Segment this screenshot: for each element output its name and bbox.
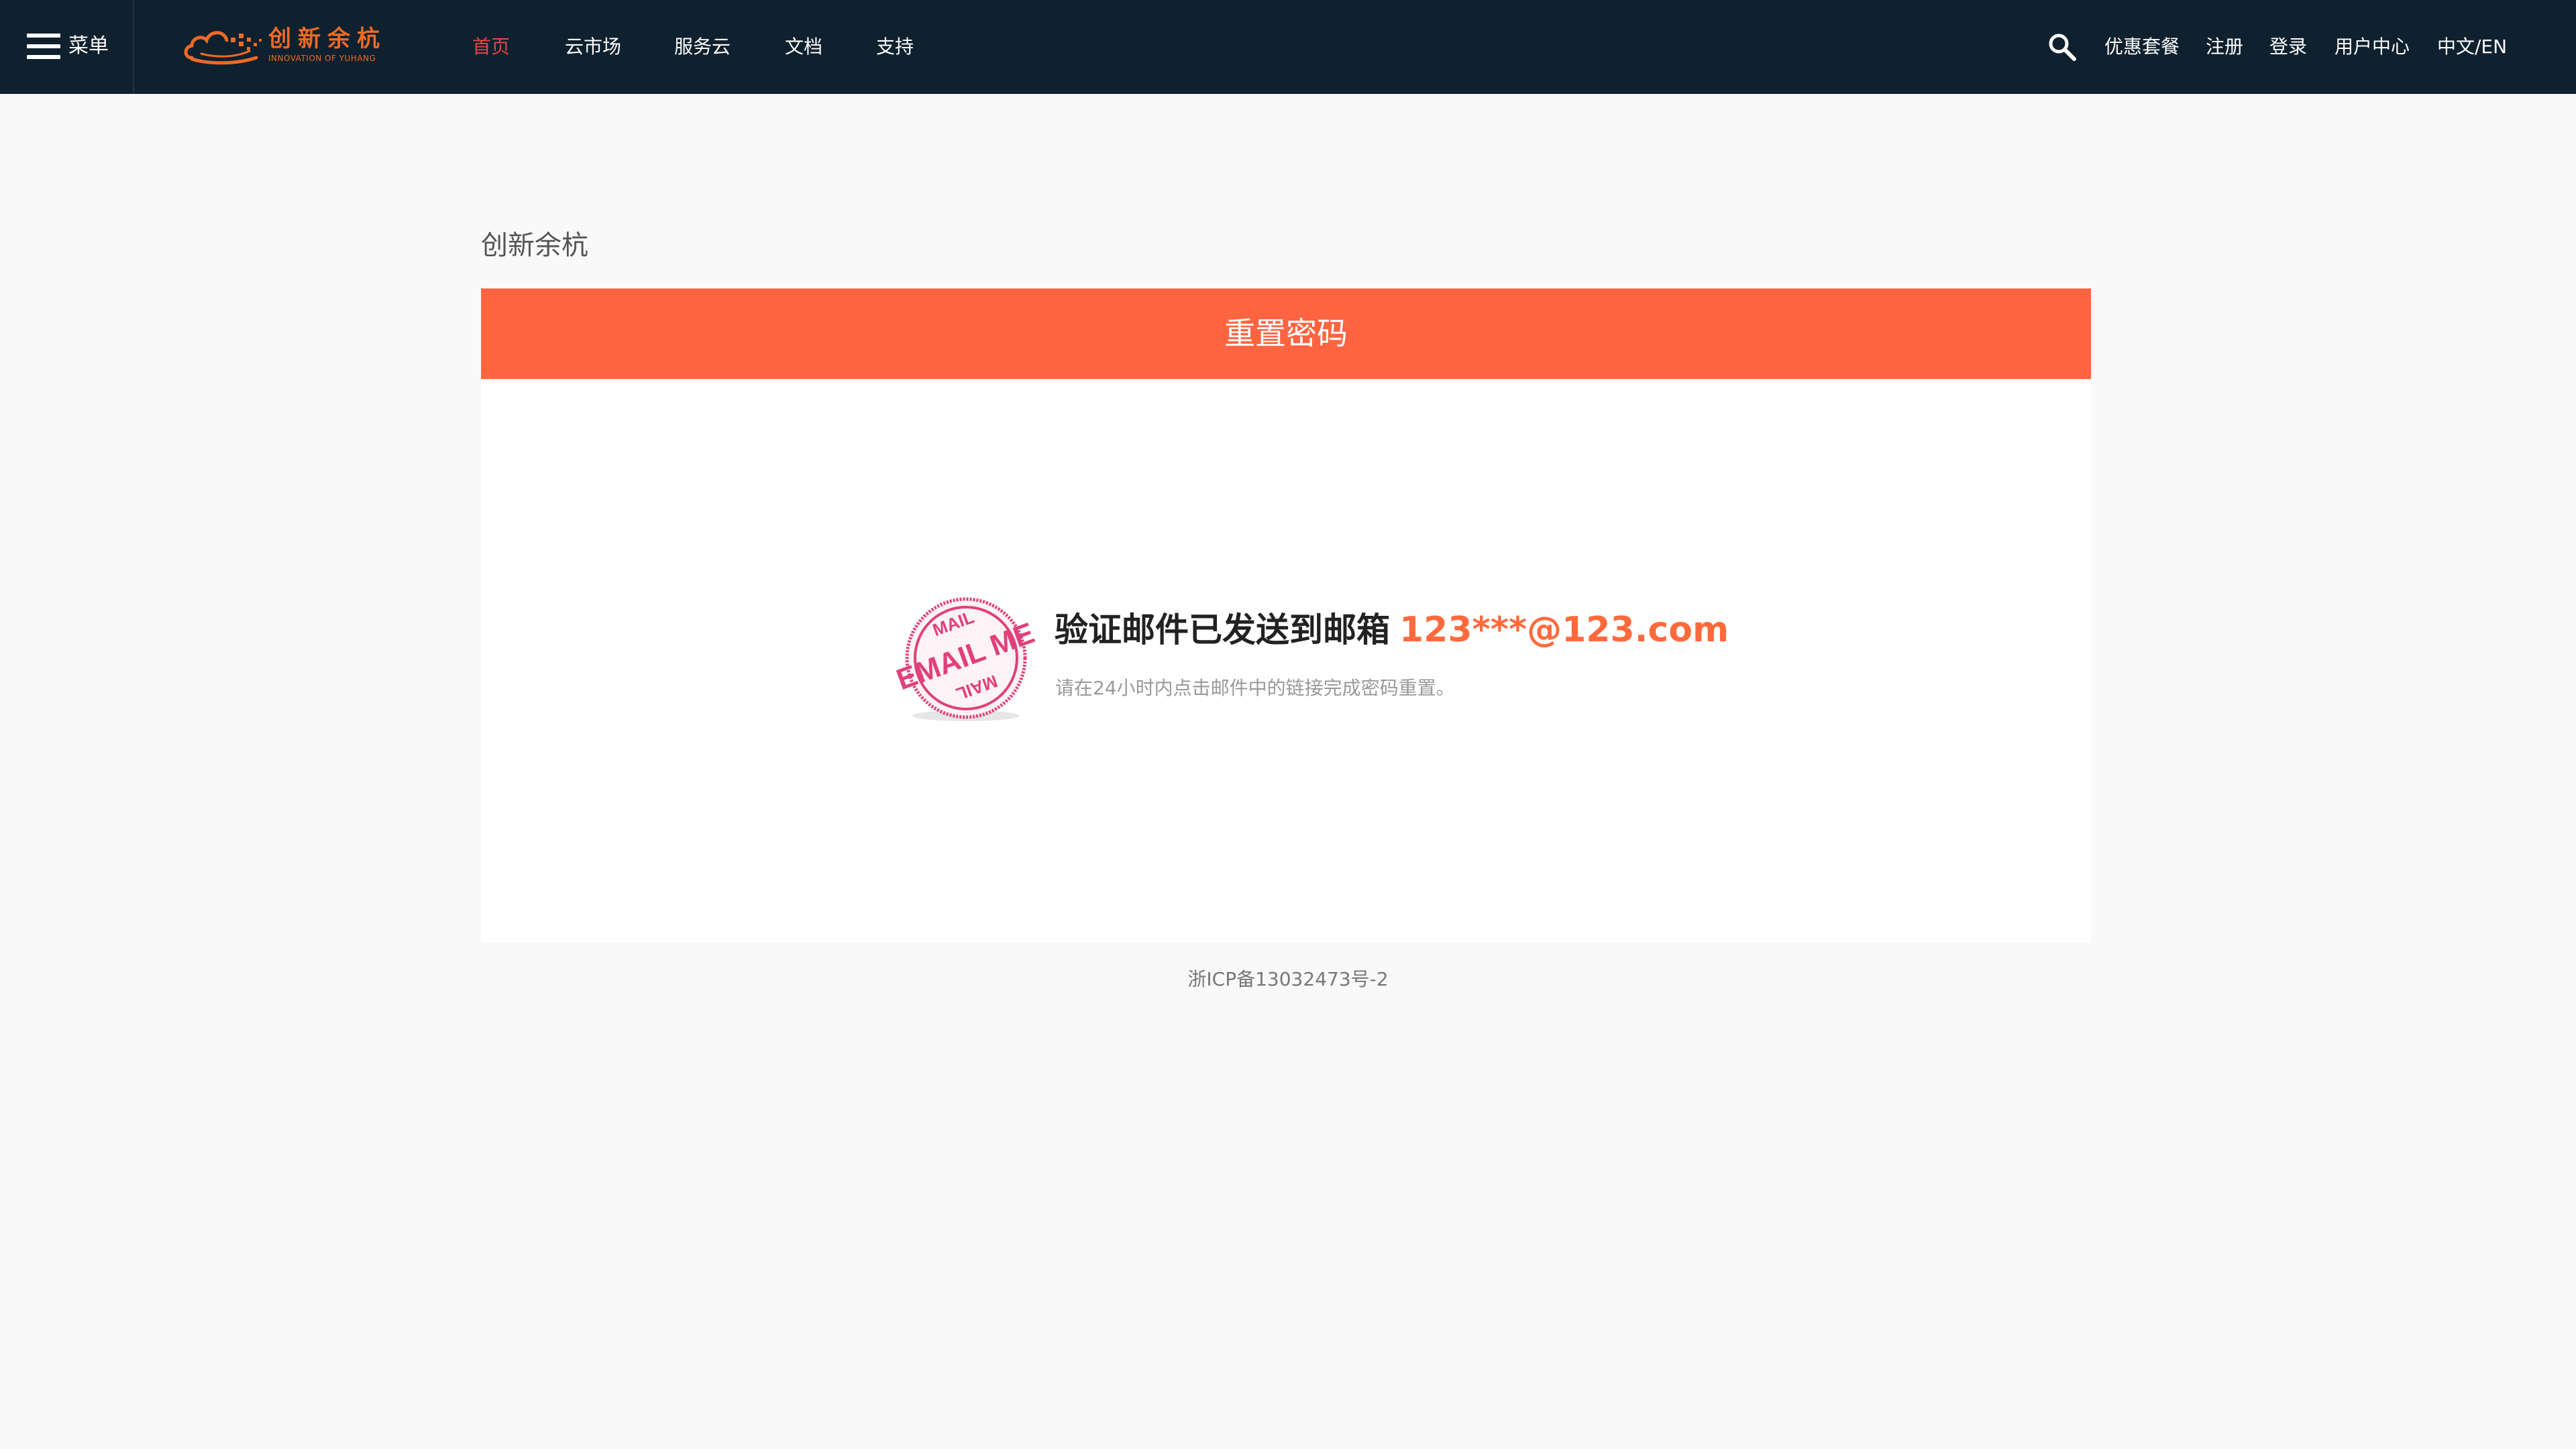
nav-docs[interactable]: 文档 [785, 30, 822, 64]
reset-password-panel [481, 379, 2091, 943]
email-me-stamp-icon: MAIL EMAIL ME MAIL [892, 597, 1038, 721]
hamburger-icon [27, 34, 60, 59]
link-register[interactable]: 注册 [2206, 30, 2243, 64]
logo-subtitle: INNOVATION OF YUHANG [268, 54, 376, 63]
site-logo[interactable]: 创新余杭 INNOVATION OF YUHANG [182, 20, 397, 74]
email-address: 123***@123.com [1399, 610, 1729, 650]
link-language[interactable]: 中文/EN [2437, 30, 2507, 64]
nav-cloud-market[interactable]: 云市场 [565, 30, 621, 64]
cloud-logo-icon [184, 31, 262, 65]
nav-service-cloud[interactable]: 服务云 [674, 30, 731, 64]
nav-support[interactable]: 支持 [876, 30, 914, 64]
menu-label: 菜单 [68, 34, 109, 58]
verification-notice: 验证邮件已发送到邮箱 [1055, 610, 1390, 649]
verification-hint: 请在24小时内点击邮件中的链接完成密码重置。 [1055, 677, 1455, 699]
nav-home[interactable]: 首页 [472, 30, 510, 64]
link-promotions[interactable]: 优惠套餐 [2104, 30, 2180, 64]
logo-title: 创新余杭 [268, 25, 386, 52]
top-navigation-bar: 菜单 创新余杭 INNOVATION OF YUHANG 首页 云市场 服务云 … [0, 0, 2576, 94]
brand-title: 创新余杭 [481, 230, 588, 261]
link-login[interactable]: 登录 [2269, 30, 2307, 64]
search-icon[interactable] [2047, 32, 2077, 62]
panel-title: 重置密码 [481, 288, 2091, 379]
icp-footer: 浙ICP备13032473号-2 [1187, 968, 1389, 990]
menu-button[interactable]: 菜单 [0, 0, 134, 94]
link-user-center[interactable]: 用户中心 [2334, 30, 2410, 64]
